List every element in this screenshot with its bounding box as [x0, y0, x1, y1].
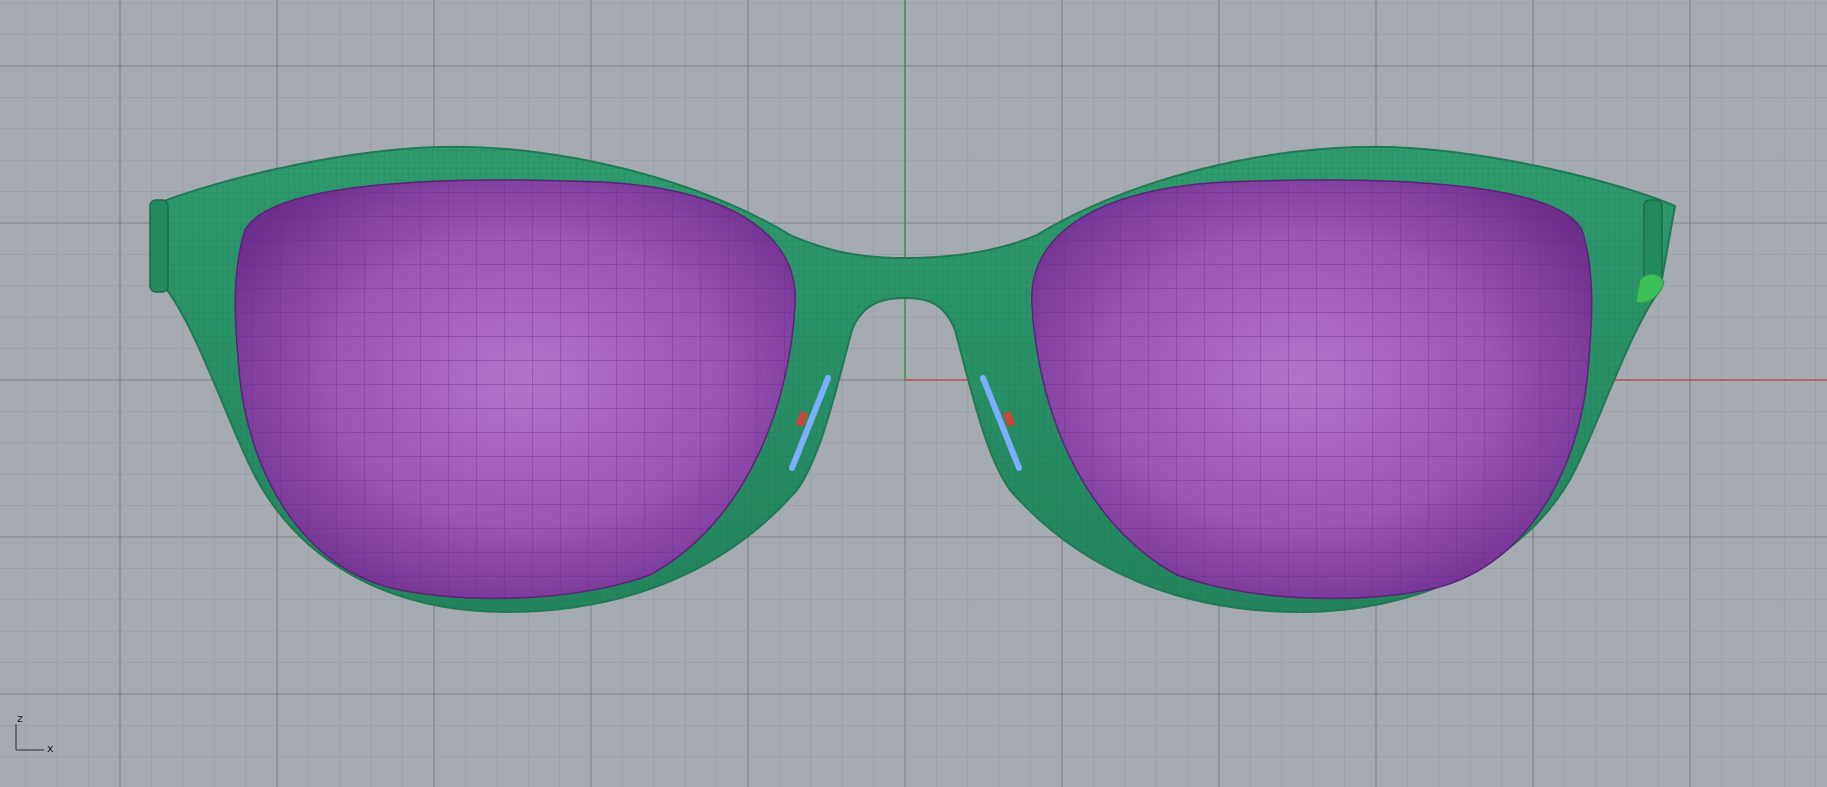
axis-widget-x-label: x	[47, 742, 54, 755]
left-hinge-block[interactable]	[149, 199, 169, 293]
viewport-canvas[interactable]	[0, 0, 1827, 787]
viewport-front[interactable]: z x	[0, 0, 1827, 787]
axis-widget-z-label: z	[17, 712, 23, 725]
axis-widget	[15, 724, 44, 751]
